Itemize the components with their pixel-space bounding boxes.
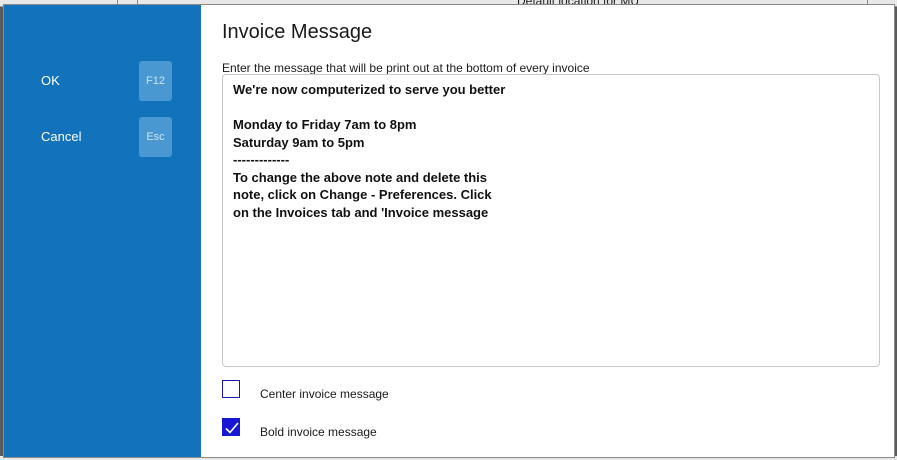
center-message-option[interactable]: Center invoice message [222, 380, 422, 402]
invoice-message-textarea[interactable]: We're now computerized to serve you bett… [222, 74, 880, 367]
bold-message-option[interactable]: Bold invoice message [222, 418, 422, 440]
ok-button-label: OK [41, 73, 60, 88]
invoice-message-dialog: OK F12 Cancel Esc Invoice Message Enter … [3, 4, 895, 458]
ok-shortcut-key: F12 [139, 61, 172, 101]
checkmark-icon [225, 422, 239, 434]
bold-message-checkbox[interactable] [222, 418, 240, 436]
dialog-content: Invoice Message Enter the message that w… [201, 5, 894, 457]
cancel-button-label: Cancel [41, 129, 82, 144]
action-sidebar: OK F12 Cancel Esc [4, 5, 201, 457]
ok-button[interactable]: OK F12 [4, 61, 201, 101]
center-message-label: Center invoice message [260, 387, 389, 401]
cancel-shortcut-key: Esc [139, 117, 172, 157]
dialog-title: Invoice Message [222, 21, 373, 43]
bold-message-label: Bold invoice message [260, 425, 377, 439]
message-description: Enter the message that will be print out… [222, 61, 590, 75]
cancel-button[interactable]: Cancel Esc [4, 117, 201, 157]
center-message-checkbox[interactable] [222, 380, 240, 398]
